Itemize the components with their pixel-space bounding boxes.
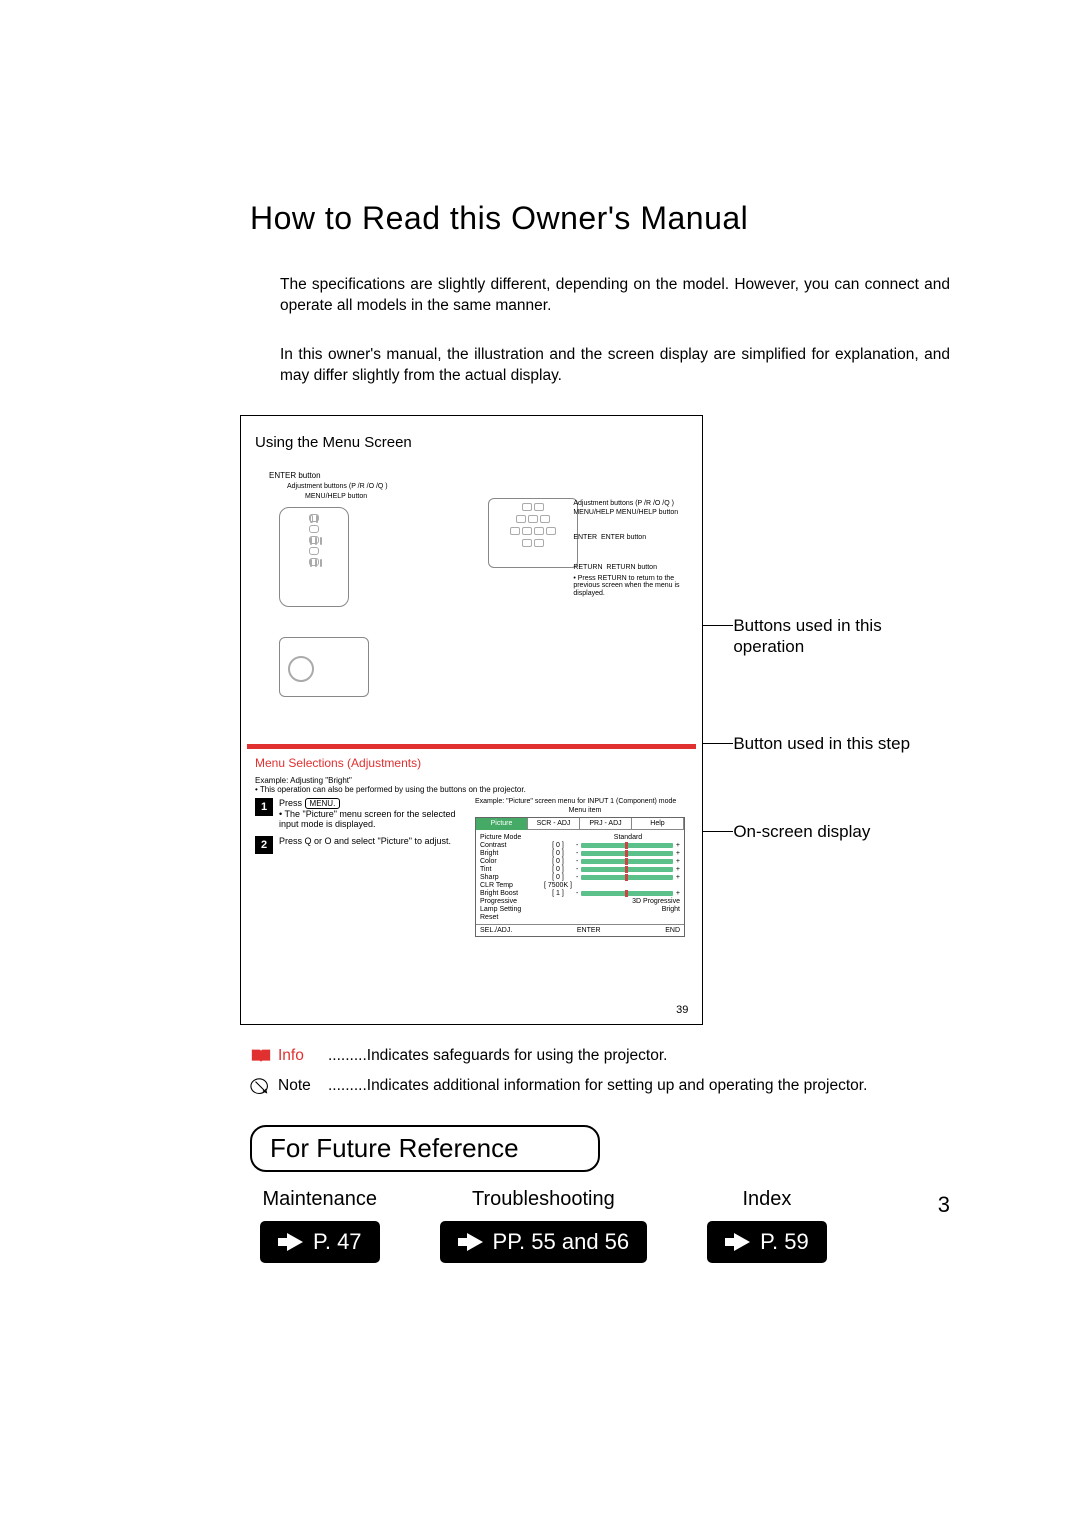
- note-icon: [250, 1077, 272, 1097]
- projector-top-illustration: [488, 498, 578, 568]
- menu-key: MENU.: [305, 798, 341, 809]
- osd-menu-illustration: Picture SCR - ADJ PRJ - ADJ Help Picture…: [475, 817, 685, 937]
- intro-paragraph-2: In this owner's manual, the illustration…: [280, 345, 950, 387]
- maintenance-page-ref: P. 47: [260, 1221, 380, 1263]
- info-icon: [250, 1047, 272, 1067]
- step-number-2: 2: [255, 836, 273, 854]
- menuhelp-button-label: MENU/HELP button: [305, 493, 429, 501]
- index-label: Index: [707, 1188, 827, 1211]
- callout-buttons-operation: Buttons used in this operation: [733, 615, 950, 658]
- enter-button-label: ENTER button: [269, 471, 429, 480]
- callout-button-step: Button used in this step: [733, 733, 910, 754]
- projector-side-illustration: [279, 637, 369, 697]
- step-number-1: 1: [255, 798, 273, 816]
- osd-example-title: Example: "Picture" screen menu for INPUT…: [475, 798, 695, 806]
- remote-control-illustration: [279, 507, 349, 607]
- callout-onscreen-display: On-screen display: [733, 821, 870, 842]
- future-reference-heading: For Future Reference: [250, 1125, 600, 1172]
- menu-selections-heading: Menu Selections (Adjustments): [255, 756, 421, 770]
- page-number: 3: [938, 1192, 950, 1218]
- reference-links-row: Maintenance P. 47 Troubleshooting PP. 55…: [260, 1188, 950, 1263]
- index-page-ref: P. 59: [707, 1221, 827, 1263]
- step-list: 1 Press MENU. • The "Picture" menu scree…: [255, 798, 465, 937]
- troubleshooting-page-ref: PP. 55 and 56: [440, 1221, 648, 1263]
- sample-page-illustration: Using the Menu Screen ENTER button Adjus…: [240, 415, 703, 1025]
- info-label: Info: [278, 1047, 322, 1065]
- adjustment-buttons-label: Adjustment buttons (P /R /O /Q ): [287, 483, 429, 491]
- osd-menu-item-label: Menu item: [475, 807, 695, 815]
- intro-paragraph-1: The specifications are slightly differen…: [280, 275, 950, 317]
- legend-section: Info .........Indicates safeguards for u…: [250, 1047, 950, 1097]
- arrow-right-icon: [458, 1233, 483, 1251]
- page-title: How to Read this Owner's Manual: [250, 200, 950, 237]
- callout-column: Buttons used in this operation Button us…: [733, 415, 950, 1025]
- arrow-right-icon: [278, 1233, 303, 1251]
- note-label: Note: [278, 1077, 322, 1095]
- inner-page-number: 39: [676, 1004, 688, 1016]
- projector-callout-labels: Adjustment buttons (P /R /O /Q ) MENU/HE…: [573, 500, 688, 599]
- illus-title: Using the Menu Screen: [255, 434, 688, 451]
- troubleshooting-label: Troubleshooting: [440, 1188, 648, 1211]
- red-divider-bar: [247, 744, 696, 749]
- example-text: Example: Adjusting "Bright" • This opera…: [255, 776, 695, 794]
- info-text: .........Indicates safeguards for using …: [328, 1047, 950, 1065]
- arrow-right-icon: [725, 1233, 750, 1251]
- maintenance-label: Maintenance: [260, 1188, 380, 1211]
- note-text: .........Indicates additional informatio…: [328, 1077, 950, 1095]
